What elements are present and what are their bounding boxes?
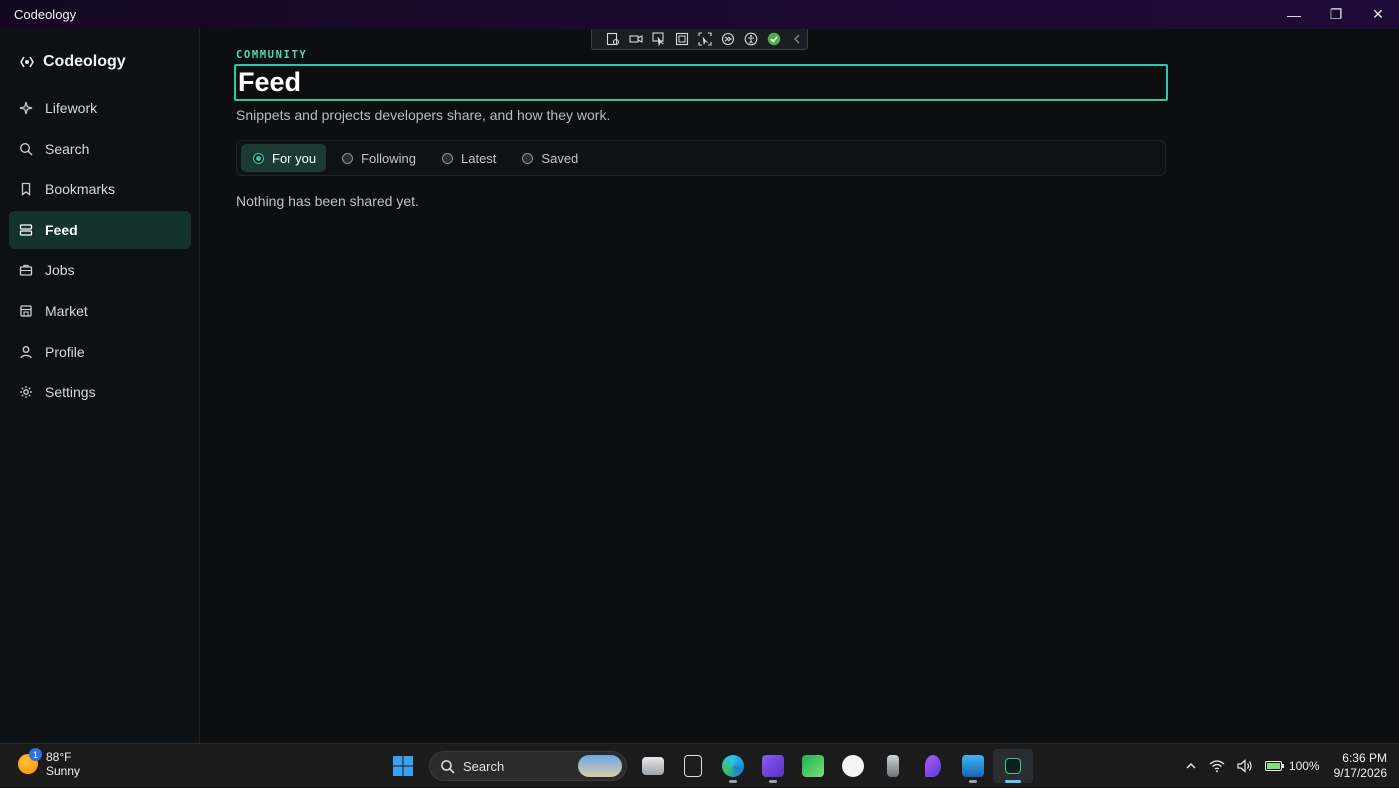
brand[interactable]: Codeology (19, 53, 126, 71)
tab-saved[interactable]: Saved (510, 144, 588, 172)
sidebar-item-label: Jobs (45, 262, 75, 279)
empty-state-message: Nothing has been shared yet. (236, 193, 419, 209)
xaml-debug-toolbar (591, 29, 808, 50)
sidebar-item-jobs[interactable]: Jobs (9, 251, 191, 289)
battery-charging-icon (1264, 761, 1284, 771)
taskbar-search-box[interactable]: Search (429, 751, 627, 781)
sidebar-item-feed[interactable]: Feed (9, 210, 191, 249)
window-title: Codeology (14, 7, 77, 22)
bookmark-icon (21, 183, 31, 197)
sidebar: Codeology Lifework Search Bookmarks Feed… (0, 29, 200, 743)
sidebar-item-label: Profile (45, 343, 85, 360)
sidebar-item-label: Bookmarks (45, 181, 116, 198)
main-content: COMMUNITY Feed Snippets and projects dev… (201, 29, 1399, 743)
sidebar-item-label: Settings (45, 384, 96, 401)
taskbar-search-label: Search (463, 758, 505, 774)
codeology-logo-icon (20, 56, 34, 68)
minimize-button[interactable]: — (1273, 0, 1315, 29)
sidebar-item-settings[interactable]: Settings (9, 373, 191, 411)
sidebar-item-bookmarks[interactable]: Bookmarks (9, 170, 191, 208)
sparkle-icon (19, 101, 33, 115)
sidebar-item-market[interactable]: Market (9, 292, 191, 330)
notification-badge: 1 (29, 748, 42, 761)
search-icon (20, 142, 33, 156)
weather-widget[interactable]: 1 88°F Sunny (18, 748, 81, 778)
start-button[interactable] (383, 749, 423, 783)
section-eyebrow: COMMUNITY (236, 49, 308, 61)
maximize-button[interactable]: ❐ (1315, 0, 1357, 29)
taskbar-apps: Search (383, 749, 1033, 783)
windows-logo-icon (393, 756, 413, 776)
copilot-icon[interactable] (913, 749, 953, 783)
sidebar-item-label: Market (45, 302, 88, 319)
radio-selected-icon (253, 152, 264, 164)
weather-temperature: 88°F (46, 750, 72, 764)
weather-condition: Sunny (46, 764, 81, 778)
track-focus-icon[interactable] (696, 31, 713, 48)
feed-icon (19, 224, 33, 236)
tab-label: Latest (461, 150, 497, 166)
edge-icon[interactable] (713, 749, 753, 783)
binding-check-icon[interactable] (765, 31, 782, 48)
feed-filter-tabs: For you Following Latest Saved (236, 140, 1166, 176)
page-title-focus-frame[interactable]: Feed (234, 64, 1168, 101)
title-bar: Codeology — ❐ ✕ (0, 0, 1399, 29)
sidebar-item-label: Lifework (45, 100, 98, 116)
sunny-weather-icon: 1 (18, 748, 42, 774)
gear-icon (20, 386, 32, 399)
select-element-icon[interactable] (650, 31, 667, 48)
live-visual-tree-icon[interactable] (604, 31, 621, 48)
radio-icon (442, 152, 453, 164)
hot-reload-icon[interactable] (719, 31, 736, 48)
store-icon (20, 305, 32, 317)
visual-studio-icon[interactable] (753, 749, 793, 783)
sidebar-item-lifework[interactable]: Lifework (9, 89, 191, 127)
accessibility-icon[interactable] (742, 31, 759, 48)
collapse-icon[interactable] (788, 31, 805, 48)
window-controls: — ❐ ✕ (1273, 0, 1399, 29)
tab-label: Following (361, 150, 416, 166)
chart-app-icon[interactable] (793, 749, 833, 783)
clock-time: 6:36 PM (1342, 751, 1387, 765)
taskbar: 1 88°F Sunny Search 100% 6:36 PM 9/17/20… (0, 743, 1399, 787)
battery-indicator[interactable]: 100% (1259, 744, 1326, 788)
battery-percentage: 100% (1288, 759, 1320, 773)
display-layout-adorners-icon[interactable] (673, 31, 690, 48)
app-installer-icon[interactable] (833, 749, 873, 783)
wifi-icon[interactable] (1203, 744, 1231, 788)
person-icon (20, 345, 32, 358)
search-icon (441, 759, 455, 773)
tab-label: For you (272, 150, 317, 166)
sidebar-item-search[interactable]: Search (9, 130, 191, 168)
sidebar-item-profile[interactable]: Profile (9, 333, 191, 371)
page-subtitle: Snippets and projects developers share, … (236, 107, 611, 123)
taskbar-clock[interactable]: 6:36 PM 9/17/2026 (1326, 751, 1399, 781)
briefcase-icon (19, 265, 33, 277)
page-title: Feed (238, 67, 302, 97)
volume-icon[interactable] (1231, 744, 1259, 788)
tab-latest[interactable]: Latest (430, 144, 506, 172)
tab-following[interactable]: Following (330, 144, 426, 172)
sidebar-nav: Lifework Search Bookmarks Feed Jobs Mark… (9, 89, 191, 414)
brand-name: Codeology (43, 53, 126, 70)
sidebar-item-label: Feed (45, 221, 78, 238)
record-icon[interactable] (627, 31, 644, 48)
close-button[interactable]: ✕ (1357, 0, 1399, 29)
clock-date: 9/17/2026 (1333, 766, 1387, 780)
radio-icon (342, 152, 354, 164)
radio-icon (522, 152, 534, 164)
file-explorer-icon[interactable] (633, 749, 673, 783)
usb-device-icon[interactable] (873, 749, 913, 783)
search-highlight-image (578, 755, 622, 777)
tab-for-you[interactable]: For you (241, 144, 327, 172)
epic-games-icon[interactable] (673, 749, 713, 783)
codeology-icon[interactable] (993, 749, 1033, 783)
chevron-up-icon[interactable] (1179, 744, 1203, 788)
sidebar-item-label: Search (45, 140, 90, 157)
tab-label: Saved (541, 150, 579, 166)
system-tray: 100% 6:36 PM 9/17/2026 (1179, 744, 1399, 788)
photos-icon[interactable] (953, 749, 993, 783)
